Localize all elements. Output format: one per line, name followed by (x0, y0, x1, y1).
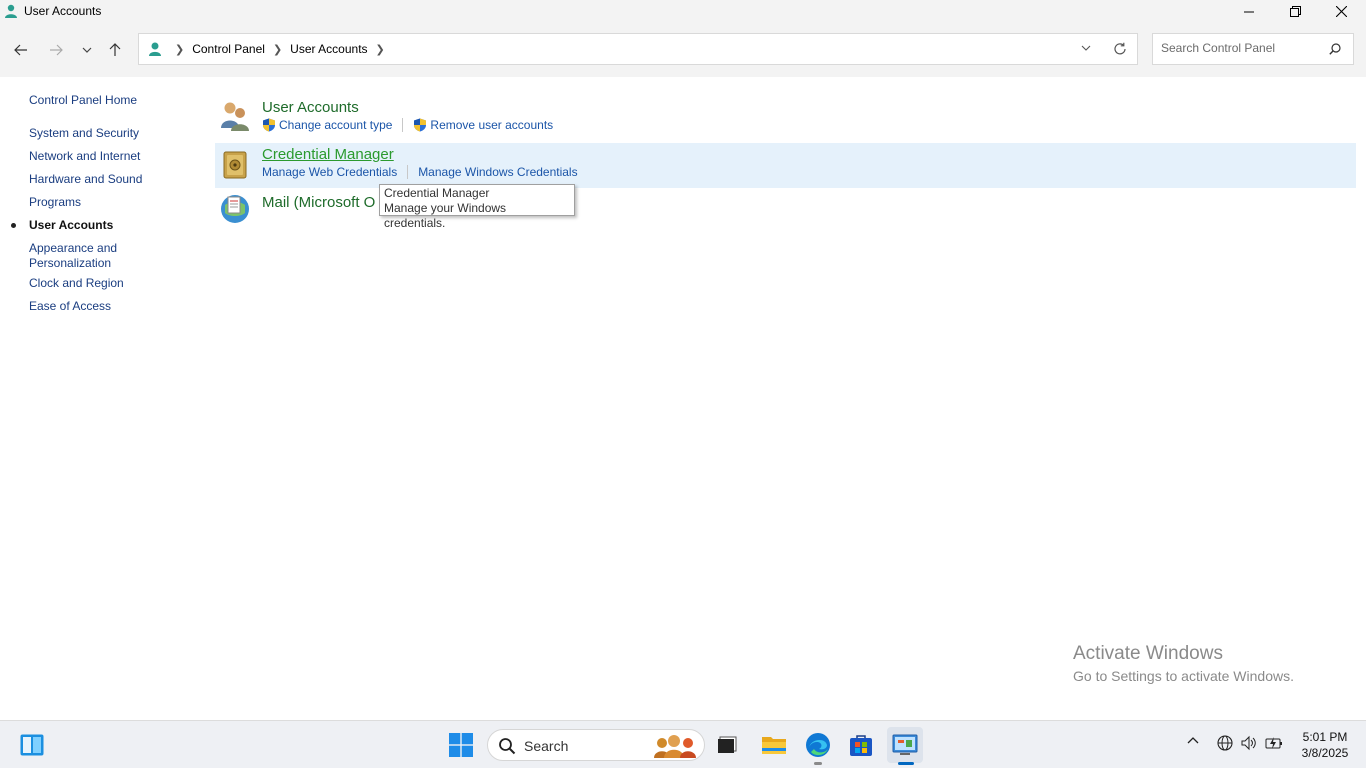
sidebar-item-system-and-security[interactable]: System and Security (29, 126, 139, 141)
search-icon[interactable] (1329, 43, 1341, 55)
store-button[interactable] (843, 727, 879, 763)
remove-user-accounts-link[interactable]: Remove user accounts (430, 118, 553, 132)
edge-button[interactable] (800, 727, 836, 763)
back-button[interactable] (10, 39, 32, 61)
section-user-accounts: User Accounts Change account type Remove… (215, 96, 1356, 140)
sidebar-item-network-and-internet[interactable]: Network and Internet (29, 149, 140, 164)
sidebar-control-panel-home[interactable]: Control Panel Home (29, 93, 137, 108)
sidebar-item-appearance-and-personalization[interactable]: Appearance and Personalization (29, 241, 139, 271)
taskbar-search[interactable] (487, 729, 705, 761)
search-highlight-people-icon (654, 735, 696, 758)
taskbar: 5:01 PM 3/8/2025 (0, 720, 1366, 768)
sidebar-item-clock-and-region[interactable]: Clock and Region (29, 276, 124, 291)
forward-button[interactable] (45, 39, 67, 61)
close-icon (1335, 6, 1347, 17)
sidebar-item-programs[interactable]: Programs (29, 195, 81, 210)
breadcrumb-separator-icon: ❯ (175, 43, 185, 56)
vault-icon (223, 151, 247, 179)
task-view-icon (718, 736, 737, 753)
widgets-button[interactable] (14, 727, 50, 763)
address-history-chevron-icon[interactable] (1081, 43, 1091, 53)
file-explorer-button[interactable] (756, 727, 792, 763)
manage-windows-credentials-link[interactable]: Manage Windows Credentials (418, 165, 577, 179)
show-hidden-icons-chevron-icon[interactable] (1187, 735, 1199, 745)
navigation-bar: ❯ Control Panel ❯ User Accounts ❯ (0, 23, 1366, 77)
widgets-icon (20, 734, 44, 756)
breadcrumb-separator-icon[interactable]: ❯ (273, 43, 282, 56)
control-panel-running-indicator (898, 762, 914, 765)
restore-button[interactable] (1272, 0, 1318, 23)
up-button[interactable] (104, 39, 126, 61)
breadcrumb-control-panel[interactable]: Control Panel (192, 42, 265, 56)
link-divider (407, 165, 409, 179)
user-accounts-icon (149, 42, 161, 56)
minimize-button[interactable] (1226, 0, 1272, 23)
window-title: User Accounts (24, 4, 102, 18)
sidebar-item-user-accounts[interactable]: User Accounts (29, 218, 113, 233)
windows-logo-icon (449, 733, 473, 757)
change-account-type-link[interactable]: Change account type (279, 118, 392, 132)
control-panel-taskbar-button[interactable] (887, 727, 923, 763)
breadcrumb-user-accounts[interactable]: User Accounts (290, 42, 367, 56)
chevron-down-icon (82, 47, 92, 53)
network-globe-icon[interactable] (1217, 735, 1233, 751)
search-input[interactable] (1161, 41, 1321, 55)
sidebar-item-ease-of-access[interactable]: Ease of Access (29, 299, 111, 314)
recent-locations-button[interactable] (76, 39, 98, 61)
user-accounts-app-icon (5, 4, 17, 18)
title-bar: User Accounts (0, 0, 1366, 23)
folder-icon (762, 737, 786, 754)
arrow-right-icon (50, 44, 63, 56)
search-icon (499, 738, 516, 755)
start-button[interactable] (443, 727, 479, 763)
microsoft-store-icon (850, 735, 872, 756)
search-box[interactable] (1152, 33, 1354, 65)
taskbar-search-input[interactable] (524, 738, 634, 754)
control-panel-icon (892, 734, 918, 755)
user-accounts-tasks: Change account type Remove user accounts (262, 118, 553, 132)
close-button[interactable] (1318, 0, 1364, 23)
edge-running-indicator (814, 762, 822, 765)
credential-manager-title-link[interactable]: Credential Manager (262, 146, 394, 163)
restore-icon (1289, 6, 1301, 17)
sidebar-item-hardware-and-sound[interactable]: Hardware and Sound (29, 172, 142, 187)
uac-shield-icon (414, 118, 427, 132)
refresh-icon[interactable] (1113, 42, 1127, 56)
breadcrumb: ❯ Control Panel ❯ User Accounts ❯ (167, 42, 393, 56)
activation-title: Activate Windows (1073, 643, 1223, 664)
arrow-up-icon (109, 43, 121, 56)
arrow-left-icon (14, 44, 27, 56)
task-view-button[interactable] (709, 727, 745, 763)
uac-shield-icon (263, 118, 275, 132)
users-icon (221, 102, 249, 131)
clock-date: 3/8/2025 (1301, 746, 1349, 760)
tooltip-title: Credential Manager (384, 186, 490, 200)
system-clock[interactable]: 5:01 PM 3/8/2025 (1290, 729, 1360, 761)
tooltip-text: Manage your Windows credentials. (384, 201, 507, 230)
volume-icon[interactable] (1241, 735, 1257, 751)
mail-title-link[interactable]: Mail (Microsoft O (262, 194, 375, 211)
manage-web-credentials-link[interactable]: Manage Web Credentials (262, 165, 397, 179)
activation-watermark: Activate Windows Go to Settings to activ… (1073, 643, 1294, 685)
minimize-icon (1244, 11, 1254, 12)
user-accounts-title-link[interactable]: User Accounts (262, 99, 359, 116)
edge-browser-icon (806, 733, 830, 757)
link-divider (402, 118, 404, 132)
mail-icon (221, 195, 249, 223)
credential-manager-tasks: Manage Web Credentials Manage Windows Cr… (262, 165, 578, 179)
clock-time: 5:01 PM (1302, 730, 1348, 744)
activation-subtitle: Go to Settings to activate Windows. (1073, 668, 1294, 684)
address-bar[interactable]: ❯ Control Panel ❯ User Accounts ❯ (138, 33, 1138, 65)
breadcrumb-separator-icon[interactable]: ❯ (376, 43, 385, 56)
battery-charging-icon[interactable] (1265, 735, 1283, 751)
tooltip: Credential Manager Manage your Windows c… (379, 184, 575, 230)
active-item-bullet-icon (11, 223, 16, 228)
section-credential-manager[interactable]: Credential Manager Manage Web Credential… (215, 143, 1356, 188)
